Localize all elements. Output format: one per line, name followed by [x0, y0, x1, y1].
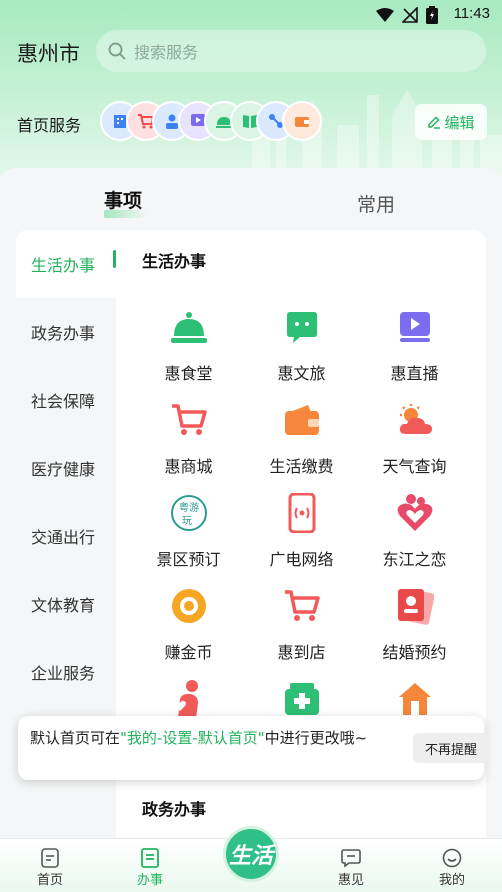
- service-item-broadcast-network[interactable]: 广电网络: [245, 493, 358, 586]
- shopping-cart-icon: [170, 401, 208, 439]
- tab-home[interactable]: 首页: [20, 847, 80, 888]
- toast-message: 默认首页可在"我的-设置-默认首页"中进行更改哦~: [30, 729, 368, 747]
- weather-icon: [396, 401, 434, 439]
- category-item-culture-education[interactable]: 文体教育: [16, 570, 116, 638]
- header: 11:43 惠州市 搜索服务 首页服务 编辑: [0, 0, 502, 175]
- section-title-gov: 政务办事: [142, 800, 207, 819]
- scenic-logo-icon: 粤游玩: [170, 494, 208, 532]
- home-doc-icon: [20, 847, 80, 869]
- service-item-hui-mall[interactable]: 惠商城: [132, 401, 245, 493]
- marriage-photo-icon: [396, 587, 434, 625]
- food-bell-icon: [170, 308, 208, 346]
- category-label: 医疗健康: [31, 460, 96, 479]
- tab-common[interactable]: 常用: [357, 190, 395, 217]
- home-repair-icon: [396, 680, 434, 718]
- section-title-life: 生活办事: [142, 252, 207, 271]
- service-item-hui-to-store[interactable]: 惠到店: [245, 587, 358, 679]
- home-services-label: 首页服务: [17, 116, 82, 135]
- store-cart-icon: [283, 587, 321, 625]
- svg-text:玩: 玩: [182, 516, 192, 527]
- wallet-icon: [282, 101, 322, 141]
- service-item-earn-coins[interactable]: 赚金币: [132, 587, 245, 679]
- tab-services[interactable]: 办事: [120, 847, 180, 888]
- service-item-dongjiang-love[interactable]: 东江之恋: [358, 494, 471, 586]
- category-label: 生活办事: [31, 256, 96, 275]
- edit-label: 编辑: [444, 113, 475, 132]
- pencil-icon: [428, 116, 441, 129]
- tab-news[interactable]: 惠见: [321, 847, 381, 888]
- category-label: 企业服务: [31, 664, 96, 683]
- heart-couple-icon: [396, 494, 434, 532]
- elderly-care-icon: [170, 680, 208, 719]
- default-home-toast: 默认首页可在"我的-设置-默认首页"中进行更改哦~ 不再提醒: [18, 716, 489, 780]
- category-label: 社会保障: [31, 392, 96, 411]
- coin-icon: [170, 587, 208, 625]
- status-bar: 11:43: [0, 0, 502, 30]
- tab-items[interactable]: 事项: [104, 186, 142, 213]
- svg-text:粤游: 粤游: [179, 501, 199, 514]
- service-item-hui-live[interactable]: 惠直播: [358, 308, 471, 400]
- service-item-marriage-booking[interactable]: 结婚预约: [358, 587, 471, 679]
- service-item-weather[interactable]: 天气查询: [358, 401, 471, 493]
- life-center-button[interactable]: 生活: [223, 826, 279, 882]
- category-item-health[interactable]: 医疗健康: [16, 434, 116, 502]
- category-item-gov[interactable]: 政务办事: [16, 298, 116, 366]
- category-item-social-security[interactable]: 社会保障: [16, 366, 116, 434]
- live-play-icon: [396, 308, 434, 346]
- services-book-icon: [120, 847, 180, 869]
- search-bar[interactable]: 搜索服务: [96, 30, 486, 72]
- city-selector[interactable]: 惠州市: [17, 38, 80, 68]
- category-label: 政务办事: [31, 324, 96, 343]
- service-item-hui-canteen[interactable]: 惠食堂: [132, 308, 245, 400]
- wifi-icon: [376, 8, 394, 22]
- no-signal-icon: [402, 7, 418, 23]
- category-item-enterprise[interactable]: 企业服务: [16, 638, 116, 706]
- category-item-transport[interactable]: 交通出行: [16, 502, 116, 570]
- service-item-scenic-booking[interactable]: 粤游玩 景区预订: [132, 494, 245, 586]
- chat-bubble-icon: [283, 308, 321, 346]
- category-label: 文体教育: [31, 596, 96, 615]
- search-icon: [108, 42, 126, 60]
- edit-services-button[interactable]: 编辑: [415, 104, 487, 140]
- wallet-icon: [283, 401, 321, 439]
- phone-broadcast-icon: [283, 493, 321, 533]
- service-item-life-payment[interactable]: 生活缴费: [245, 401, 358, 493]
- category-label: 交通出行: [31, 528, 96, 547]
- battery-icon: [426, 6, 438, 24]
- category-item-life[interactable]: 生活办事: [16, 230, 116, 298]
- chat-icon: [321, 847, 381, 869]
- dont-remind-button[interactable]: 不再提醒: [413, 733, 489, 763]
- service-item-hui-culture-travel[interactable]: 惠文旅: [245, 308, 358, 400]
- status-time: 11:43: [453, 5, 490, 22]
- tab-mine[interactable]: 我的: [422, 847, 482, 888]
- smile-icon: [422, 847, 482, 869]
- search-placeholder: 搜索服务: [134, 43, 199, 62]
- medical-kit-icon: [283, 680, 321, 718]
- home-services-icons[interactable]: [100, 101, 330, 143]
- tab-active-indicator: [104, 210, 148, 218]
